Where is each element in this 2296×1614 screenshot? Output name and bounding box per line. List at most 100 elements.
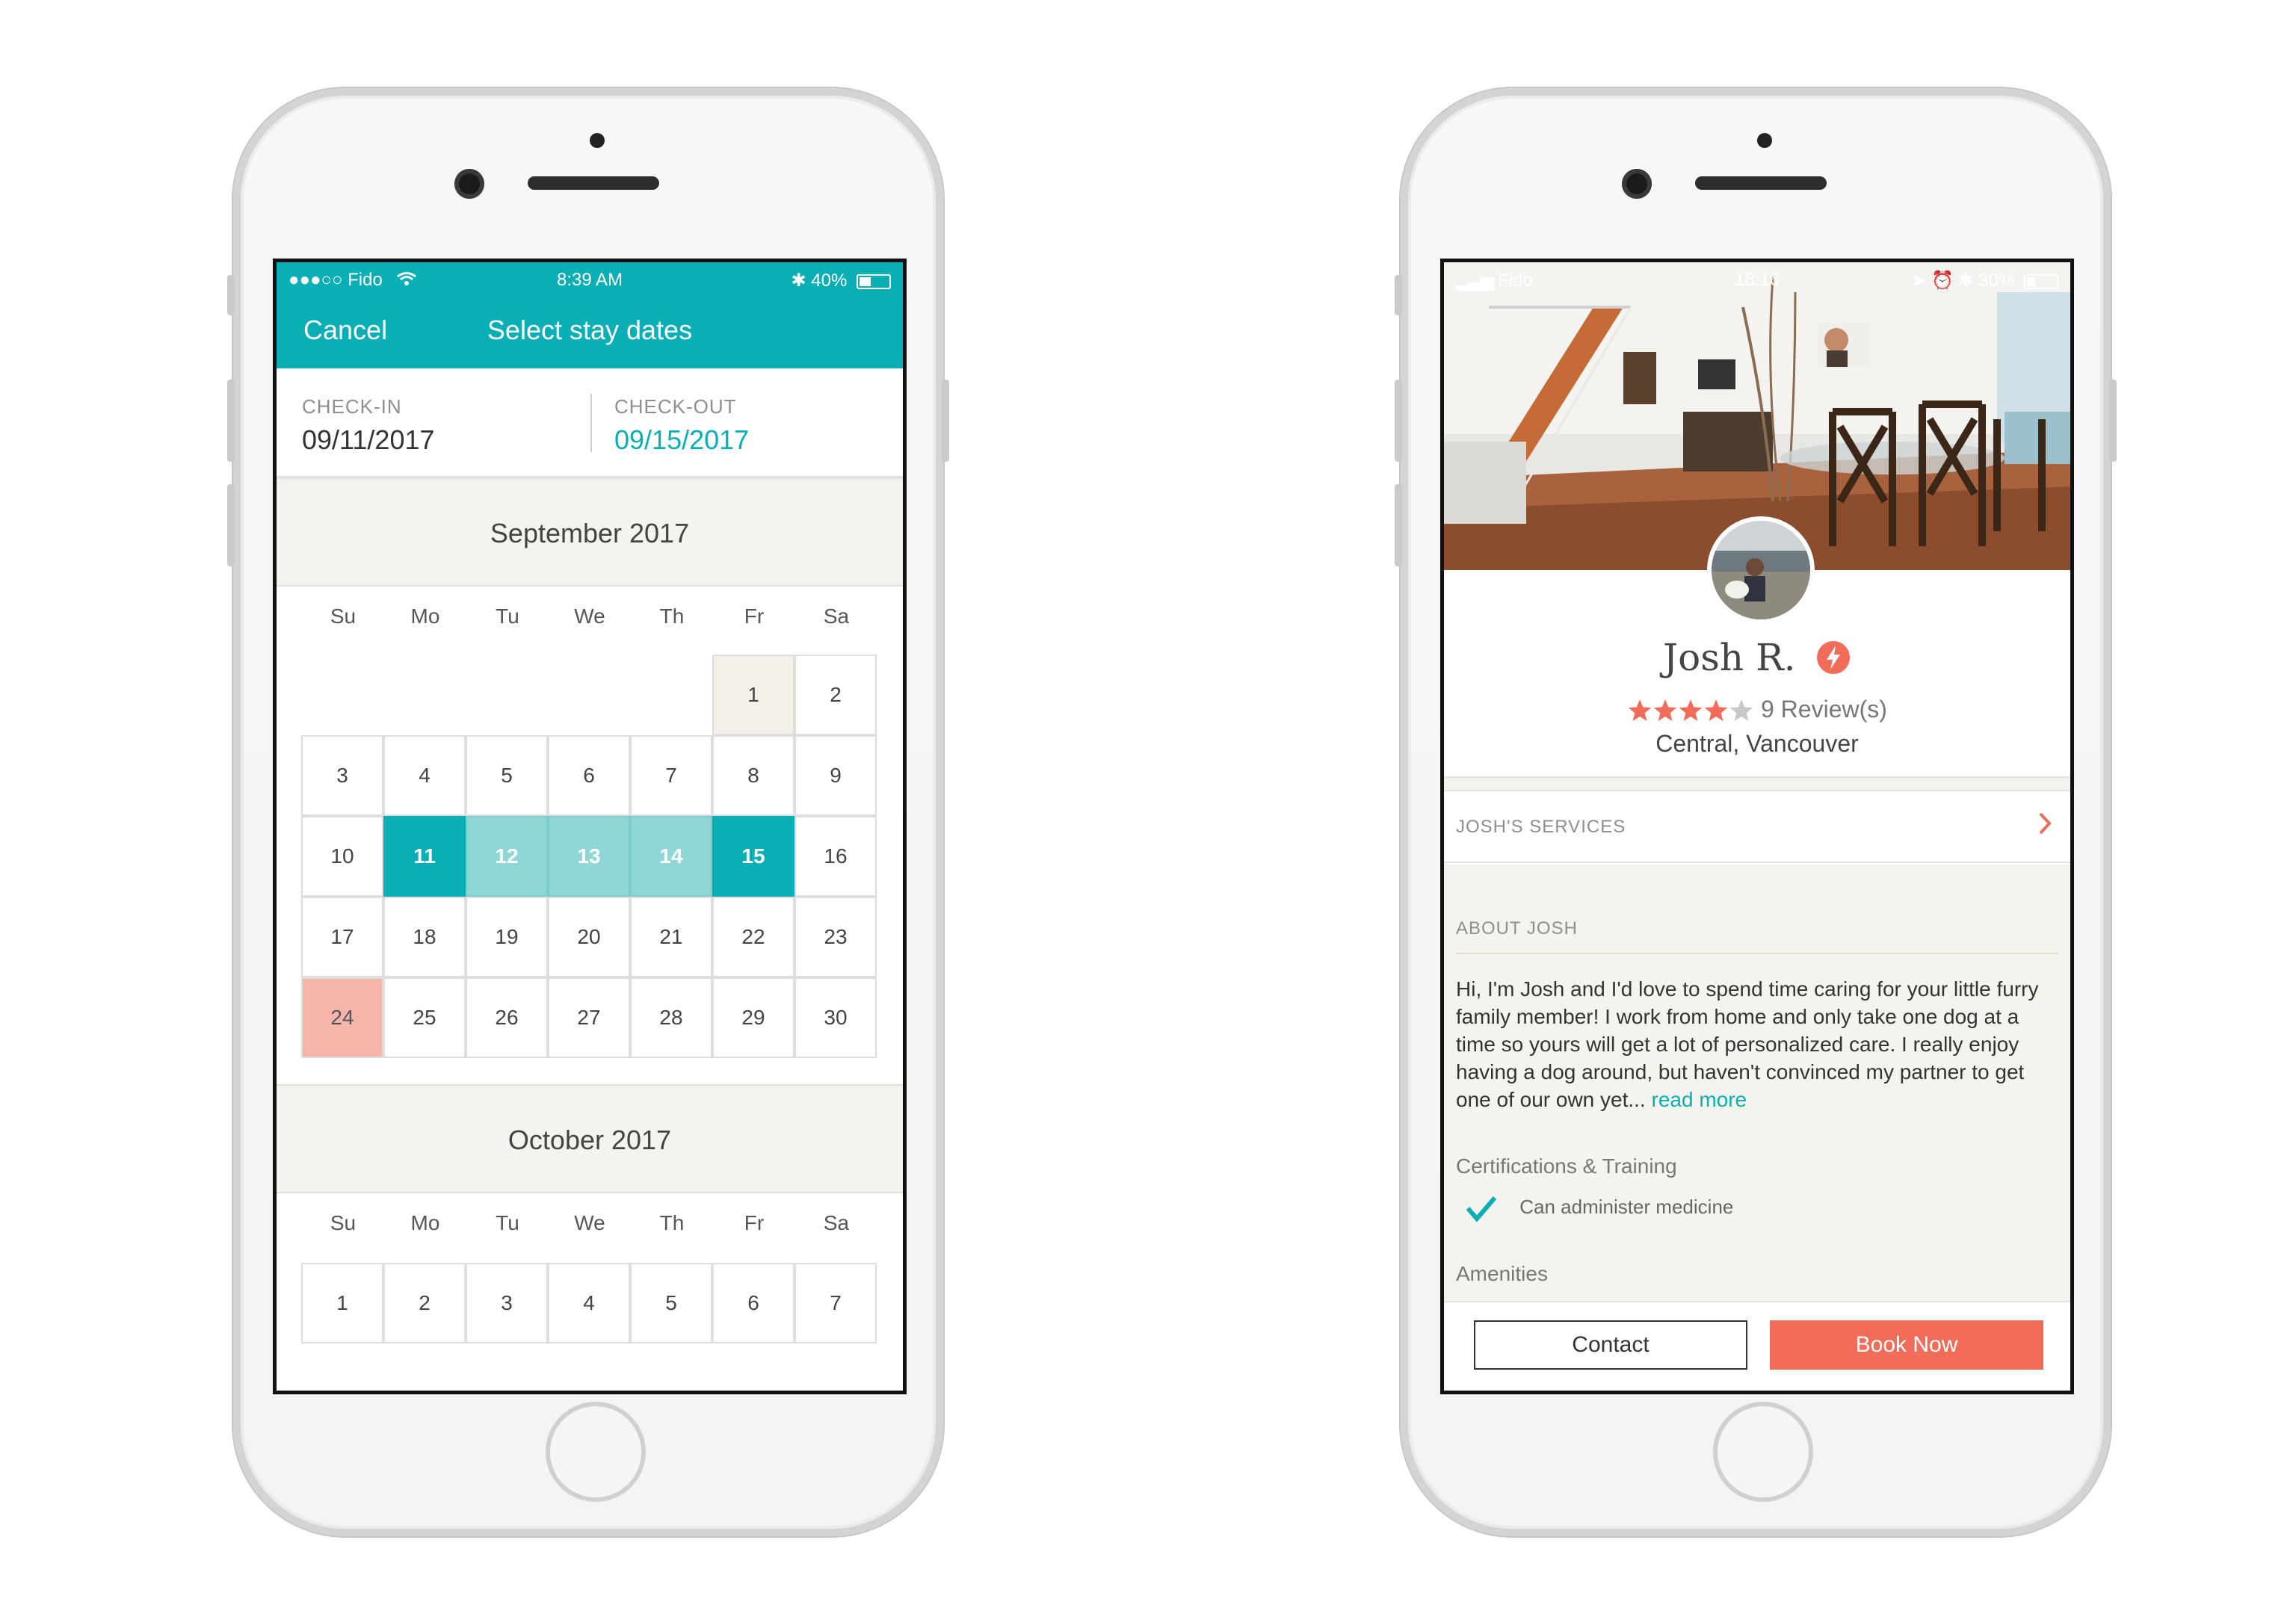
divider bbox=[1456, 953, 2058, 954]
sitter-name: Josh R. bbox=[1663, 636, 1796, 679]
page-title: Select stay dates bbox=[487, 315, 693, 345]
weekday-label: Mo bbox=[410, 605, 440, 628]
lightning-badge-icon bbox=[1816, 641, 1850, 674]
weekday-label: We bbox=[574, 1211, 605, 1234]
avatar[interactable] bbox=[1707, 516, 1815, 624]
check-in-value: 09/11/2017 bbox=[302, 424, 435, 455]
mute-switch bbox=[1395, 275, 1402, 315]
chevron-right-icon bbox=[2039, 812, 2052, 835]
star-rating-icon bbox=[1628, 699, 1753, 721]
calendar-day[interactable]: 4 bbox=[548, 1263, 630, 1344]
divider bbox=[590, 394, 592, 452]
front-camera bbox=[1622, 169, 1652, 199]
calendar-day[interactable]: 7 bbox=[794, 1263, 877, 1344]
home-button[interactable] bbox=[1713, 1402, 1813, 1502]
action-bar: Contact Book Now bbox=[1444, 1301, 2070, 1391]
calendar-day[interactable]: 21 bbox=[630, 897, 712, 977]
book-now-button[interactable]: Book Now bbox=[1770, 1320, 2043, 1370]
calendar-day[interactable]: 8 bbox=[712, 735, 794, 816]
calendar-day[interactable]: 1 bbox=[301, 1263, 383, 1344]
calendar-day[interactable]: 11 bbox=[383, 816, 466, 897]
calendar-day[interactable]: 10 bbox=[301, 816, 383, 897]
review-count: 9 Review(s) bbox=[1760, 696, 1887, 723]
calendar-day[interactable]: 19 bbox=[466, 897, 548, 977]
services-row[interactable]: JOSH'S SERVICES bbox=[1444, 791, 2070, 863]
weekday-label: Tu bbox=[496, 605, 519, 628]
star-filled-icon bbox=[1704, 699, 1728, 721]
volume-up-button bbox=[227, 380, 235, 462]
calendar-day[interactable]: 30 bbox=[794, 977, 877, 1058]
calendar-header: ●●●○○ Fido 8:39 AM ✱ 40% Cancel Select s… bbox=[277, 262, 903, 368]
sitter-name-row: Josh R. bbox=[1444, 636, 2070, 679]
calendar-day[interactable]: 16 bbox=[794, 816, 877, 897]
calendar-day[interactable]: 29 bbox=[712, 977, 794, 1058]
battery-icon bbox=[2024, 273, 2058, 289]
calendar-day[interactable]: 4 bbox=[383, 735, 466, 816]
weekday-header-october: Su Mo Tu We Th Fr Sa bbox=[302, 1211, 885, 1256]
power-button bbox=[942, 380, 949, 462]
calendar-day[interactable]: 22 bbox=[712, 897, 794, 977]
calendar-day[interactable]: 25 bbox=[383, 977, 466, 1058]
weekday-label: Fr bbox=[744, 1211, 765, 1234]
calendar-day[interactable]: 6 bbox=[712, 1263, 794, 1344]
bluetooth-icon: ✱ bbox=[791, 270, 806, 291]
calendar-day[interactable]: 14 bbox=[630, 816, 712, 897]
calendar-day[interactable]: 5 bbox=[630, 1263, 712, 1344]
weekday-label: Sa bbox=[823, 605, 850, 628]
about-heading: ABOUT JOSH bbox=[1456, 918, 1578, 939]
certifications-heading: Certifications & Training bbox=[1456, 1154, 1677, 1178]
calendar-day[interactable]: 15 bbox=[712, 816, 794, 897]
calendar-day[interactable]: 6 bbox=[548, 735, 630, 816]
volume-down-button bbox=[1395, 484, 1402, 566]
contact-button[interactable]: Contact bbox=[1474, 1320, 1747, 1370]
calendar-day[interactable]: 26 bbox=[466, 977, 548, 1058]
check-out-field[interactable]: CHECK-OUT 09/15/2017 bbox=[614, 395, 749, 456]
check-in-label: CHECK-IN bbox=[302, 395, 402, 418]
weekday-label: Sa bbox=[823, 1211, 850, 1234]
about-text: Hi, I'm Josh and I'd love to spend time … bbox=[1456, 975, 2060, 1113]
earpiece-speaker bbox=[1695, 176, 1827, 190]
mute-switch bbox=[227, 275, 235, 315]
calendar-day[interactable]: 17 bbox=[301, 897, 383, 977]
calendar-day[interactable]: 20 bbox=[548, 897, 630, 977]
calendar-day[interactable]: 7 bbox=[630, 735, 712, 816]
weekday-label: Th bbox=[659, 605, 685, 628]
calendar-day[interactable]: 1 bbox=[712, 655, 794, 735]
check-dates-row: CHECK-IN 09/11/2017 CHECK-OUT 09/15/2017 bbox=[277, 368, 903, 477]
front-camera bbox=[454, 169, 484, 199]
star-filled-icon bbox=[1679, 699, 1703, 721]
calendar-day[interactable]: 18 bbox=[383, 897, 466, 977]
amenities-heading: Amenities bbox=[1456, 1262, 1548, 1285]
calendar-day[interactable]: 5 bbox=[466, 735, 548, 816]
home-button[interactable] bbox=[546, 1402, 646, 1502]
check-in-field[interactable]: CHECK-IN 09/11/2017 bbox=[302, 395, 435, 456]
calendar-day[interactable]: 23 bbox=[794, 897, 877, 977]
battery-percent: 40% bbox=[811, 270, 848, 291]
volume-down-button bbox=[227, 484, 235, 566]
weekday-label: Mo bbox=[410, 1211, 440, 1234]
rating-row[interactable]: 9 Review(s) bbox=[1444, 696, 2070, 724]
calendar-day[interactable]: 24 bbox=[301, 977, 383, 1058]
services-label: JOSH'S SERVICES bbox=[1456, 817, 1626, 837]
calendar-day[interactable]: 13 bbox=[548, 816, 630, 897]
power-button bbox=[2109, 380, 2117, 462]
weekday-label: Th bbox=[659, 1211, 685, 1234]
calendar-day[interactable]: 28 bbox=[630, 977, 712, 1058]
star-empty-icon bbox=[1729, 699, 1753, 721]
sensor-dot bbox=[590, 133, 605, 148]
calendar-day[interactable]: 27 bbox=[548, 977, 630, 1058]
bluetooth-icon: ✱ bbox=[1958, 270, 1974, 291]
phone-frame-left: ●●●○○ Fido 8:39 AM ✱ 40% Cancel Select s… bbox=[227, 88, 949, 1536]
battery-percent: 30% bbox=[1978, 270, 2015, 291]
calendar-day[interactable]: 12 bbox=[466, 816, 548, 897]
status-right: ➤ ⏰ ✱ 30% bbox=[1911, 270, 2058, 291]
location-icon: ➤ bbox=[1911, 270, 1927, 291]
read-more-link[interactable]: read more bbox=[1652, 1088, 1747, 1111]
calendar-day[interactable]: 9 bbox=[794, 735, 877, 816]
calendar-day[interactable]: 2 bbox=[383, 1263, 466, 1344]
month-title-october: October 2017 bbox=[277, 1084, 903, 1193]
calendar-day[interactable]: 2 bbox=[794, 655, 877, 735]
calendar-day[interactable]: 3 bbox=[301, 735, 383, 816]
calendar-day[interactable]: 3 bbox=[466, 1263, 548, 1344]
alarm-icon: ⏰ bbox=[1931, 270, 1954, 291]
